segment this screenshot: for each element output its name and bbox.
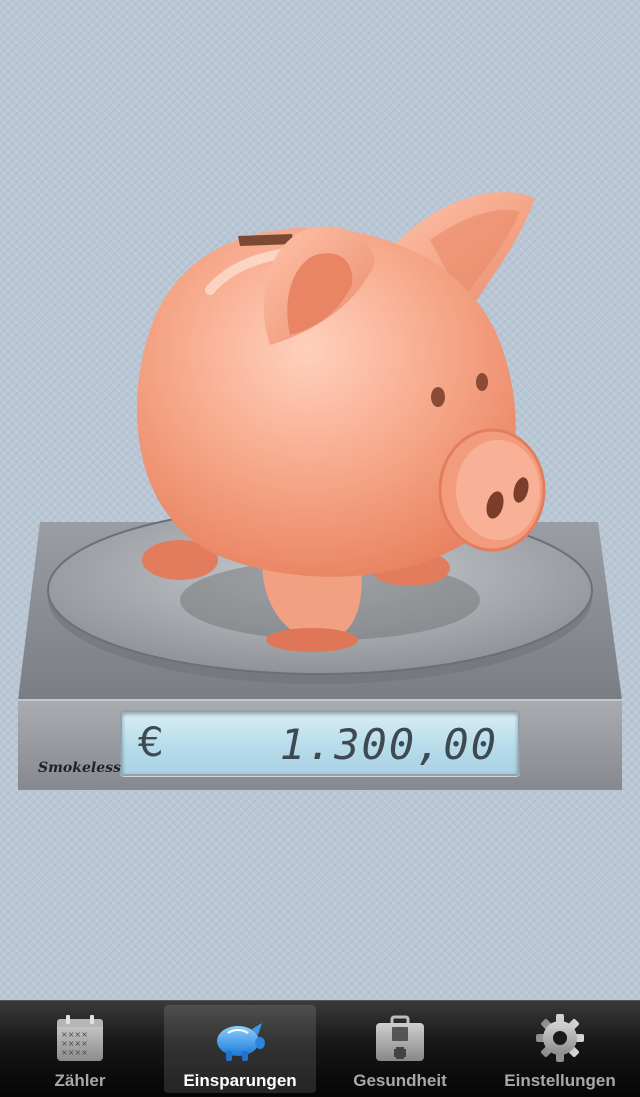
piggy-bank-icon <box>212 1013 268 1063</box>
gear-icon <box>532 1013 588 1063</box>
tab-label: Einstellungen <box>504 1071 616 1090</box>
savings-scene: € 1.300,00 Smokeless <box>0 0 640 1000</box>
calendar-icon: ×××× ×××× ×××× <box>52 1013 108 1063</box>
tab-bar: ×××× ×××× ×××× Zähler Einsparungen Gesun… <box>0 1000 640 1097</box>
svg-text:××××: ×××× <box>61 1048 88 1057</box>
tab-zaehler[interactable]: ×××× ×××× ×××× Zähler <box>0 1001 160 1097</box>
tab-label: Gesundheit <box>353 1071 447 1090</box>
svg-text:××××: ×××× <box>61 1039 88 1048</box>
svg-text:××××: ×××× <box>61 1030 88 1039</box>
tab-label: Einsparungen <box>183 1071 297 1090</box>
tab-gesundheit[interactable]: Gesundheit <box>320 1001 480 1097</box>
tab-einstellungen[interactable]: Einstellungen <box>480 1001 640 1097</box>
medical-kit-icon <box>372 1013 428 1063</box>
brand-label: Smokeless <box>38 760 121 776</box>
savings-amount: 1.300,00 <box>279 720 498 769</box>
currency-symbol: € <box>138 720 164 766</box>
tab-einsparungen[interactable]: Einsparungen <box>160 1001 320 1097</box>
scale-display: € 1.300,00 <box>120 710 520 776</box>
tab-label: Zähler <box>54 1071 106 1090</box>
